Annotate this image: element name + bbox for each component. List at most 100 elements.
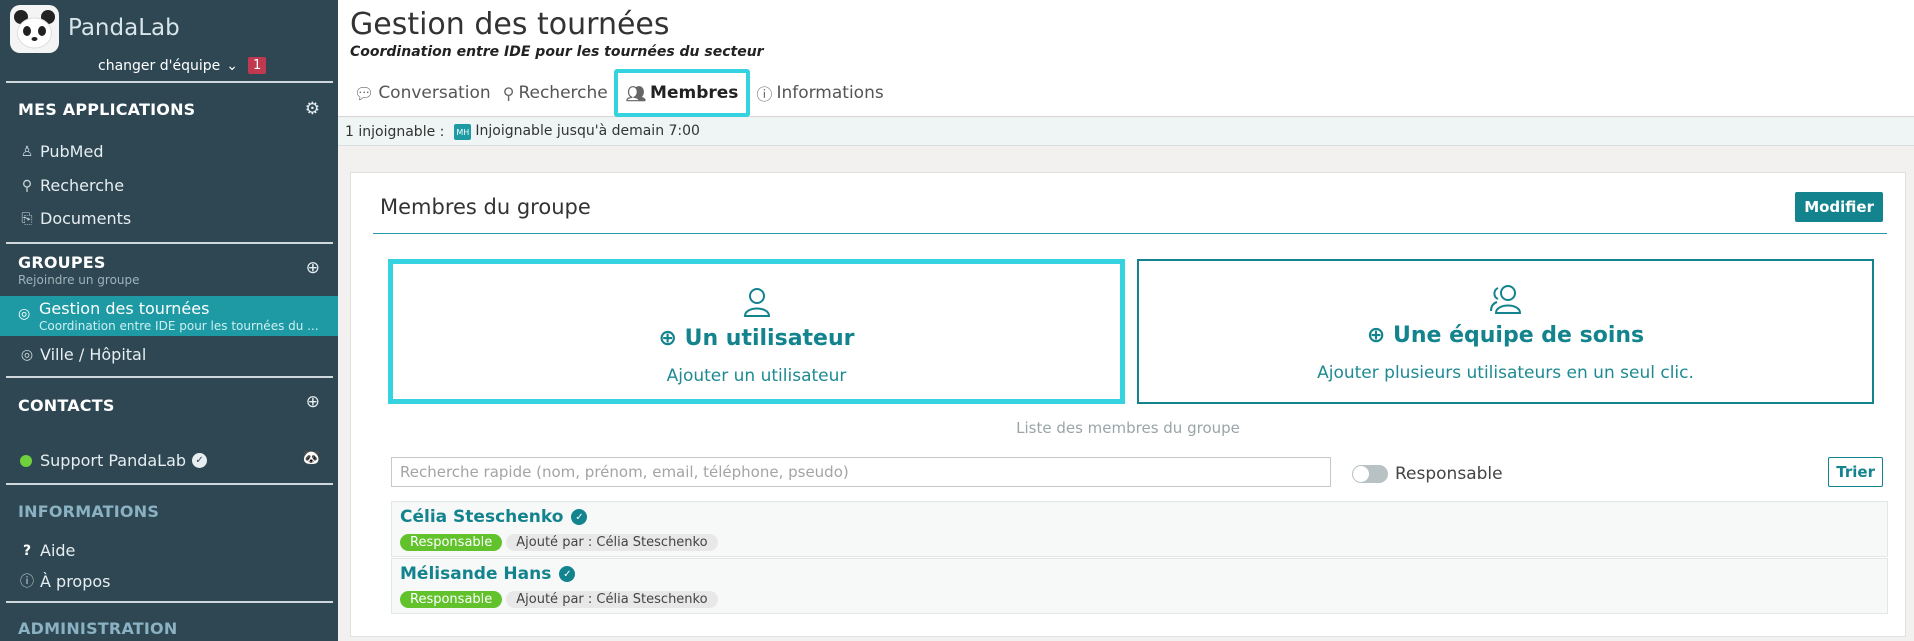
member-search-input[interactable] (391, 457, 1331, 487)
unreachable-entry[interactable]: MH Injoignable jusqu'à demain 7:00 (454, 123, 700, 141)
member-name-row: Célia Steschenko ✓ (400, 507, 588, 527)
tab-label: Informations (776, 83, 884, 103)
sidebar-item-a-propos[interactable]: ⓘ À propos (20, 571, 110, 591)
question-icon: ? (22, 542, 32, 559)
responsable-toggle[interactable] (1352, 465, 1388, 483)
add-user-card[interactable]: ⊕ Un utilisateur Ajouter un utilisateur (388, 259, 1125, 404)
toggle-label: Responsable (1395, 464, 1503, 484)
info-icon: ⓘ (756, 85, 773, 104)
member-name-row: Mélisande Hans ✓ (400, 564, 576, 584)
users-icon (1139, 283, 1872, 322)
main-content: Gestion des tournées Coordination entre … (338, 0, 1914, 641)
panel-title: Membres du groupe (380, 195, 591, 219)
sidebar-item-sublabel: Coordination entre IDE pour les tournées… (39, 319, 319, 333)
divider (6, 81, 333, 83)
paperclip-icon: ⎘ (21, 210, 33, 227)
divider (6, 483, 333, 485)
sidebar-item-documents[interactable]: ⎘ Documents (20, 209, 131, 228)
members-list-caption: Liste des membres du groupe (1016, 419, 1240, 437)
unreachable-text: Injoignable jusqu'à demain 7:00 (475, 122, 700, 139)
add-contact-icon[interactable]: ⊕ (306, 392, 320, 412)
gear-icon[interactable]: ⚙ (305, 99, 320, 119)
contacts-title: CONTACTS (18, 396, 115, 415)
chevron-down-icon: ⌄ (226, 57, 238, 74)
sidebar-item-label: À propos (40, 571, 111, 591)
tab-label: Conversation (378, 83, 491, 103)
add-team-title: ⊕ Une équipe de soins (1139, 323, 1872, 348)
page-header: Gestion des tournées Coordination entre … (338, 0, 1914, 117)
groups-title: GROUPES (18, 253, 106, 272)
join-group-link[interactable]: Rejoindre un groupe (18, 273, 140, 287)
divider (6, 376, 333, 378)
sidebar-header: PandaLab changer d'équipe ⌄ 1 (0, 0, 338, 80)
sidebar-item-label: Ville / Hôpital (40, 345, 147, 364)
sidebar-item-gestion-tournees[interactable]: ◎ Gestion des tournées Coordination entr… (0, 296, 338, 336)
sidebar-item-label: Gestion des tournées (39, 299, 210, 318)
unreachable-count: 1 injoignable : (345, 123, 445, 140)
person-icon: ♙ (20, 143, 34, 160)
sort-button[interactable]: Trier (1828, 457, 1883, 487)
add-user-title: ⊕ Un utilisateur (393, 326, 1120, 351)
modify-button[interactable]: Modifier (1795, 192, 1883, 222)
role-badge: Responsable (400, 534, 503, 551)
tab-recherche[interactable]: ⚲ Recherche (497, 70, 614, 116)
member-name: Mélisande Hans (400, 564, 552, 584)
verified-icon: ✓ (571, 509, 588, 525)
search-icon: ⚲ (21, 177, 33, 194)
divider (373, 233, 1887, 234)
tab-label: Membres (650, 83, 739, 103)
sidebar-item-label: Aide (40, 541, 76, 560)
sidebar-item-recherche[interactable]: ⚲ Recherche (20, 176, 124, 195)
availability-bar: 1 injoignable : MH Injoignable jusqu'à de… (338, 118, 1914, 146)
eye-icon: ◎ (20, 346, 34, 363)
team-switcher-label: changer d'équipe (98, 57, 221, 74)
add-team-description: Ajouter plusieurs utilisateurs en un seu… (1317, 363, 1694, 383)
divider (6, 601, 333, 603)
administration-title: ADMINISTRATION (18, 619, 178, 638)
online-status-icon (20, 454, 32, 467)
sidebar-item-label: Documents (40, 209, 132, 228)
applications-title: MES APPLICATIONS (18, 100, 196, 119)
contact-support-pandalab[interactable]: Support PandaLab ✓ (20, 451, 208, 470)
sidebar-item-aide[interactable]: ? Aide (20, 541, 75, 560)
added-by-badge: Ajouté par : Célia Steschenko (506, 534, 718, 551)
contact-label: Support PandaLab (40, 451, 187, 470)
add-group-icon[interactable]: ⊕ (306, 258, 320, 278)
list-item[interactable]: Mélisande Hans ✓ Responsable Ajouté par … (391, 558, 1888, 614)
card-title-text: Une équipe de soins (1392, 323, 1645, 348)
panda-logo-icon[interactable] (10, 5, 59, 53)
member-tags: Responsable Ajouté par : Célia Steschenk… (400, 591, 718, 608)
informations-title: INFORMATIONS (18, 502, 160, 521)
notification-badge: 1 (247, 57, 267, 74)
verified-icon: ✓ (559, 566, 576, 582)
page-subtitle: Coordination entre IDE pour les tournées… (350, 44, 764, 60)
users-icon: 👥︎ (625, 83, 647, 103)
sidebar: PandaLab changer d'équipe ⌄ 1 MES APPLIC… (0, 0, 338, 641)
panda-icon: 🐼 (302, 450, 320, 466)
verified-icon: ✓ (192, 453, 208, 468)
tab-membres[interactable]: 👥︎ Membres (613, 69, 751, 117)
member-initials-avatar: MH (454, 124, 472, 141)
list-item[interactable]: Célia Steschenko ✓ Responsable Ajouté pa… (391, 501, 1888, 557)
divider (6, 242, 333, 244)
sidebar-item-label: PubMed (40, 142, 104, 161)
sidebar-item-label: Recherche (40, 176, 125, 195)
page-title: Gestion des tournées (350, 7, 670, 42)
tab-conversation[interactable]: 💬︎ Conversation (348, 70, 497, 116)
member-tags: Responsable Ajouté par : Célia Steschenk… (400, 534, 718, 551)
sidebar-item-pubmed[interactable]: ♙ PubMed (20, 142, 104, 161)
eye-icon: ◎ (18, 306, 31, 322)
add-care-team-card[interactable]: ⊕ Une équipe de soins Ajouter plusieurs … (1137, 259, 1874, 404)
member-name: Célia Steschenko (400, 507, 564, 527)
info-icon: ⓘ (20, 574, 34, 590)
magnifier-icon: ⚲ (502, 83, 515, 103)
user-icon (393, 286, 1120, 325)
tab-bar: 💬︎ Conversation ⚲ Recherche 👥︎ Membres ⓘ… (348, 69, 890, 117)
plus-circle-icon: ⊕ (658, 326, 677, 351)
team-switcher[interactable]: changer d'équipe ⌄ 1 (98, 57, 267, 74)
role-badge: Responsable (400, 591, 503, 608)
added-by-badge: Ajouté par : Célia Steschenko (506, 591, 718, 608)
chat-bubbles-icon: 💬︎ (354, 83, 375, 103)
tab-informations[interactable]: ⓘ Informations (750, 70, 889, 116)
sidebar-item-ville-hopital[interactable]: ◎ Ville / Hôpital (20, 345, 146, 364)
